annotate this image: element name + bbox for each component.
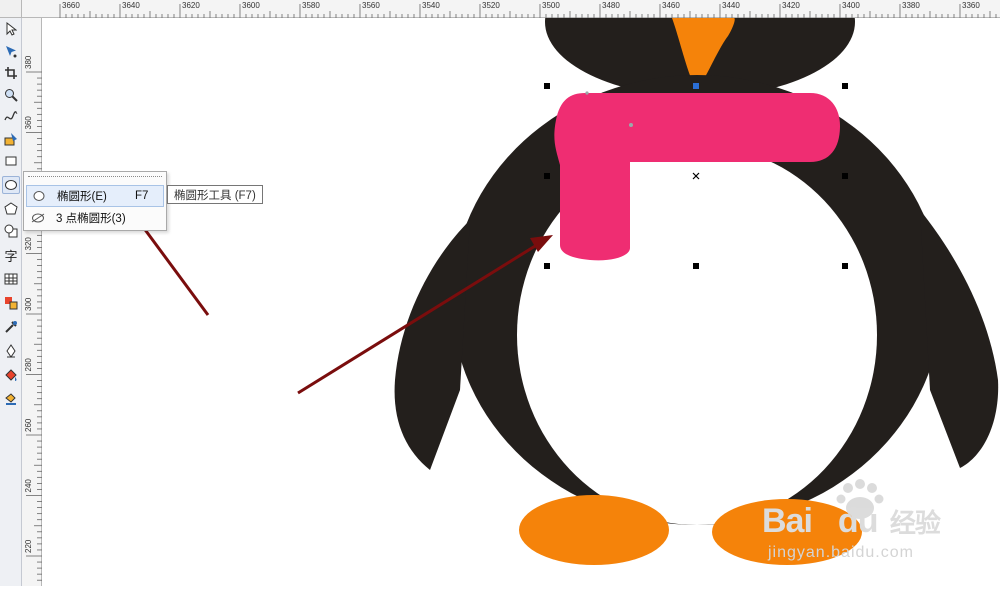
- vertical-ruler[interactable]: 380360340320300280260240220: [22, 18, 42, 586]
- ruler-tick-label: 260: [24, 418, 33, 432]
- outline-pen-tool-icon[interactable]: [2, 342, 20, 360]
- ruler-tick-label: 380: [24, 55, 33, 69]
- zoom-tool-icon[interactable]: [2, 86, 20, 104]
- menu-item-label: 3 点椭圆形(3): [56, 213, 126, 225]
- ruler-tick-label: 3520: [482, 1, 500, 10]
- ruler-tick-label: 3660: [62, 1, 80, 10]
- ruler-tick-label: 3540: [422, 1, 440, 10]
- ruler-tick-label: 3500: [542, 1, 560, 10]
- ruler-tick-label: 3360: [962, 1, 980, 10]
- penguin-left-foot: [519, 495, 669, 565]
- basic-shapes-tool-icon[interactable]: [2, 222, 20, 240]
- crop-tool-icon[interactable]: [2, 64, 20, 82]
- node-marker: [585, 91, 589, 95]
- pick-tool-icon[interactable]: [2, 20, 20, 38]
- toolbox: 字: [0, 18, 22, 586]
- table-tool-icon[interactable]: [2, 270, 20, 288]
- watermark-brand-left: Bai: [762, 502, 813, 540]
- ruler-tick-label: 240: [24, 479, 33, 493]
- ellipse-icon: [29, 190, 49, 202]
- baidu-watermark: Bai du 经验 jingyan.baidu.com: [760, 474, 996, 582]
- ruler-tick-label: 300: [24, 297, 33, 311]
- menu-item-label: 椭圆形(E): [57, 191, 107, 203]
- watermark-brand-right: du: [837, 502, 879, 540]
- ruler-tick-label: 3480: [602, 1, 620, 10]
- tooltip: 椭圆形工具 (F7): [167, 185, 263, 204]
- shape-tool-icon[interactable]: [2, 42, 20, 60]
- ruler-tick-label: 280: [24, 358, 33, 372]
- ruler-tick-label: 3420: [782, 1, 800, 10]
- ruler-tick-label: 3580: [302, 1, 320, 10]
- fill-tool-icon[interactable]: [2, 366, 20, 384]
- ruler-tick-label: 3440: [722, 1, 740, 10]
- penguin-left-wing: [394, 220, 470, 470]
- freehand-tool-icon[interactable]: [2, 108, 20, 126]
- vertical-ruler-ticks: 380360340320300280260240220: [24, 55, 42, 581]
- smart-fill-tool-icon[interactable]: [2, 130, 20, 148]
- menu-item-ellipse[interactable]: 椭圆形(E) F7: [26, 185, 164, 207]
- watermark-url: jingyan.baidu.com: [768, 544, 914, 561]
- horizontal-ruler[interactable]: 3660 3640 3620 3600 3580 3560 3540 3520 3500 3480…: [22, 0, 1000, 18]
- flyout-grip[interactable]: [28, 176, 162, 180]
- menu-item-three-point-ellipse[interactable]: 3 点椭圆形(3): [26, 207, 164, 229]
- rectangle-tool-icon[interactable]: [2, 152, 20, 170]
- ruler-corner[interactable]: [0, 0, 22, 18]
- ruler-tick-label: 360: [24, 116, 33, 130]
- ellipse-flyout-menu: 椭圆形(E) F7 3 点椭圆形(3): [23, 171, 167, 231]
- eyedropper-tool-icon[interactable]: [2, 318, 20, 336]
- ellipse-tool-icon[interactable]: [2, 176, 20, 194]
- polygon-tool-icon[interactable]: [2, 200, 20, 218]
- ruler-tick-label: 3560: [362, 1, 380, 10]
- three-point-ellipse-icon: [28, 212, 48, 224]
- ruler-tick-label: 3640: [122, 1, 140, 10]
- text-tool-icon[interactable]: 字: [2, 246, 20, 264]
- ruler-tick-label: 220: [24, 539, 33, 553]
- ruler-tick-label: 3380: [902, 1, 920, 10]
- node-marker: [629, 123, 633, 127]
- ruler-tick-label: 320: [24, 237, 33, 251]
- penguin-right-wing: [920, 210, 999, 468]
- ruler-tick-label: 3620: [182, 1, 200, 10]
- smart-fill-alt-tool-icon[interactable]: [2, 390, 20, 408]
- watermark-suffix: 经验: [889, 508, 941, 538]
- horizontal-ruler-ticks: 3660 3640 3620 3600 3580 3560 3540 3520 3500 3480…: [59, 1, 997, 18]
- menu-item-shortcut: F7: [135, 190, 149, 202]
- ruler-tick-label: 3600: [242, 1, 260, 10]
- ruler-tick-label: 3400: [842, 1, 860, 10]
- ruler-tick-label: 3460: [662, 1, 680, 10]
- interactive-blend-tool-icon[interactable]: [2, 294, 20, 312]
